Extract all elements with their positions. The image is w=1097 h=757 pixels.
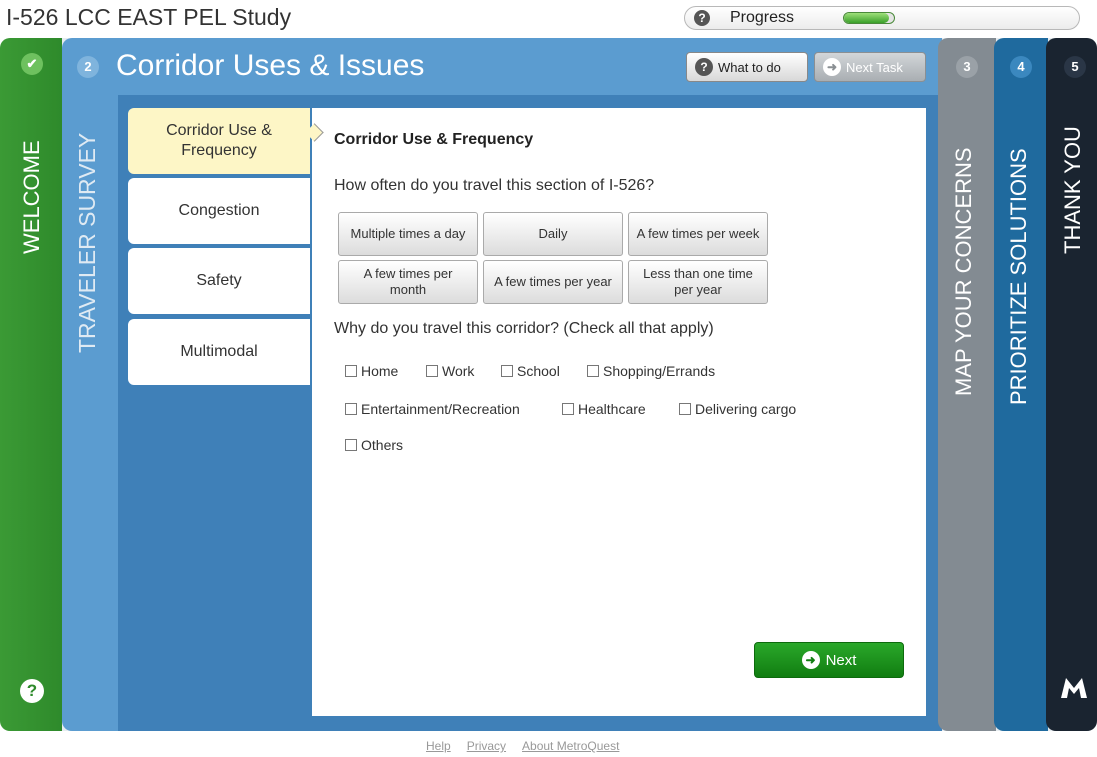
- checkbox-box[interactable]: [562, 403, 574, 415]
- step-number-badge: 5: [1064, 56, 1086, 78]
- progress-label: Progress: [730, 9, 795, 26]
- checkbox-box[interactable]: [345, 403, 357, 415]
- purpose-question: Why do you travel this corridor? (Check …: [334, 320, 714, 337]
- help-link[interactable]: Help: [426, 739, 451, 753]
- checkbox-label: Others: [361, 437, 404, 453]
- frequency-question: How often do you travel this section of …: [334, 177, 655, 194]
- what-to-do-label: What to do: [718, 59, 781, 75]
- purpose-checkbox[interactable]: Delivering cargo: [679, 401, 796, 417]
- purpose-checkbox[interactable]: School: [501, 363, 560, 379]
- checkbox-label: Delivering cargo: [695, 401, 797, 417]
- help-icon[interactable]: ?: [694, 10, 710, 26]
- help-icon: ?: [695, 58, 713, 76]
- arrow-right-icon: ➜: [823, 58, 841, 76]
- checkbox-box[interactable]: [587, 365, 599, 377]
- purpose-checkbox[interactable]: Entertainment/Recreation: [345, 401, 520, 417]
- frequency-option[interactable]: Less than one time per year: [628, 260, 768, 304]
- frequency-option[interactable]: A few times per year: [483, 260, 623, 304]
- subtab-multimodal[interactable]: Multimodal: [128, 319, 310, 385]
- progress-bar: [843, 12, 895, 24]
- arrow-right-icon: ➜: [801, 651, 820, 669]
- step-number-badge: 4: [1010, 56, 1032, 78]
- check-icon: ✔: [21, 53, 43, 75]
- checkbox-box[interactable]: [501, 365, 513, 377]
- traveler-survey-label: TRAVELER SURVEY: [74, 132, 100, 353]
- checkbox-label: Home: [361, 363, 399, 379]
- app-title: I-526 LCC EAST PEL Study: [6, 4, 292, 30]
- purpose-checkbox[interactable]: Work: [426, 363, 474, 379]
- checkbox-label: Entertainment/Recreation: [361, 401, 520, 417]
- step-number-badge: 3: [956, 56, 978, 78]
- subtab-congestion[interactable]: Congestion: [128, 178, 310, 244]
- purpose-checkbox[interactable]: Healthcare: [562, 401, 646, 417]
- checkbox-box[interactable]: [345, 365, 357, 377]
- content-title: Corridor Use & Frequency: [334, 131, 534, 148]
- frequency-option[interactable]: A few times per week: [628, 212, 768, 256]
- next-button-label: Next: [825, 651, 857, 669]
- metroquest-logo-icon: [1061, 678, 1087, 698]
- help-icon[interactable]: ?: [20, 679, 44, 703]
- progress-widget[interactable]: ? Progress: [684, 6, 1080, 30]
- thank-you-label[interactable]: THANK YOU: [1060, 126, 1086, 254]
- checkbox-box[interactable]: [426, 365, 438, 377]
- subtab-safety[interactable]: Safety: [128, 248, 310, 314]
- welcome-label[interactable]: WELCOME: [19, 140, 45, 254]
- frequency-option[interactable]: A few times per month: [338, 260, 478, 304]
- checkbox-box[interactable]: [345, 439, 357, 451]
- checkbox-label: School: [517, 363, 560, 379]
- step-number-badge: 2: [77, 56, 99, 78]
- frequency-option[interactable]: Multiple times a day: [338, 212, 478, 256]
- frequency-option[interactable]: Daily: [483, 212, 623, 256]
- checkbox-box[interactable]: [679, 403, 691, 415]
- about-link[interactable]: About MetroQuest: [522, 739, 619, 753]
- prioritize-solutions-label[interactable]: PRIORITIZE SOLUTIONS: [1006, 148, 1032, 405]
- map-your-concerns-label[interactable]: MAP YOUR CONCERNS: [951, 147, 977, 396]
- next-task-label: Next Task: [846, 59, 903, 75]
- checkbox-label: Shopping/Errands: [603, 363, 716, 379]
- privacy-link[interactable]: Privacy: [467, 739, 506, 753]
- progress-bar-fill: [844, 13, 889, 23]
- next-task-button[interactable]: ➜ Next Task: [814, 52, 926, 82]
- purpose-checkbox[interactable]: Shopping/Errands: [587, 363, 715, 379]
- checkbox-label: Work: [442, 363, 475, 379]
- purpose-checkbox[interactable]: Home: [345, 363, 398, 379]
- next-button[interactable]: ➜ Next: [754, 642, 904, 678]
- checkbox-label: Healthcare: [578, 401, 646, 417]
- purpose-checkbox[interactable]: Others: [345, 437, 403, 453]
- what-to-do-button[interactable]: ? What to do: [686, 52, 808, 82]
- subtab-corridor-use[interactable]: Corridor Use & Frequency: [128, 108, 310, 174]
- page-title: Corridor Uses & Issues: [116, 49, 425, 82]
